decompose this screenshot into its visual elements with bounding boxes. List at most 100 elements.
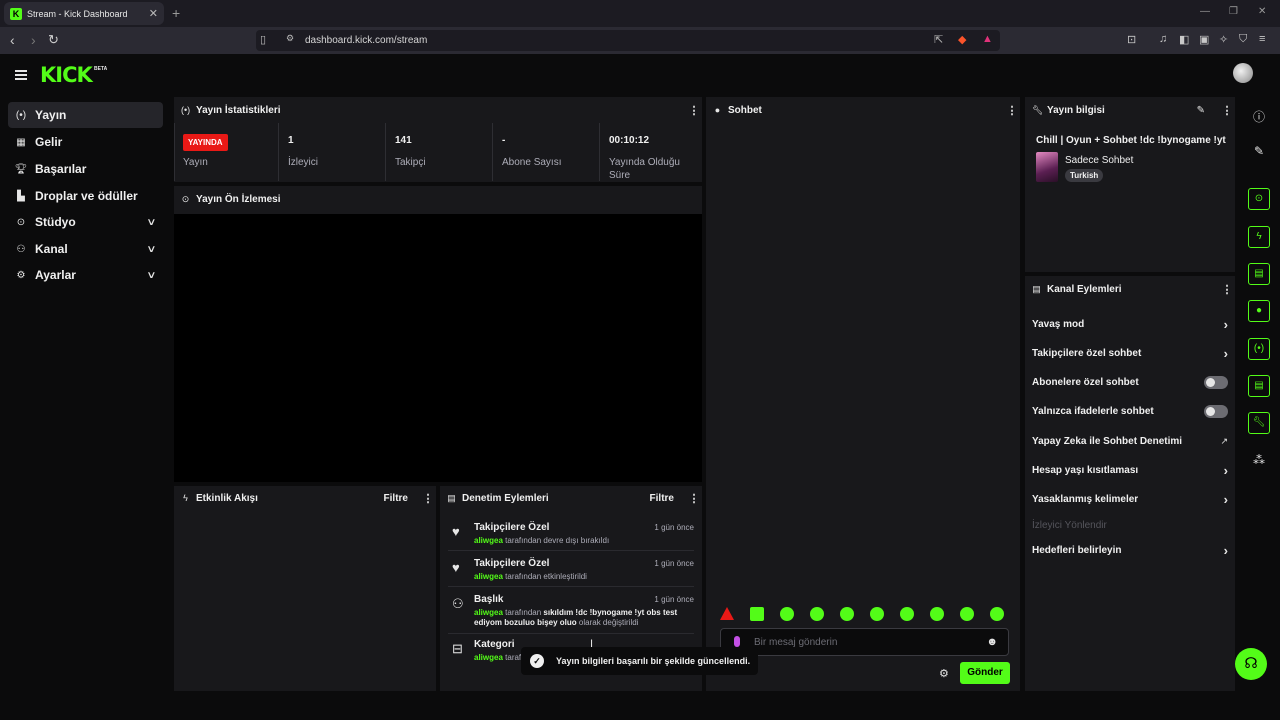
edit-icon[interactable]: ✎ [1251, 144, 1267, 158]
stream-category: Sadece Sohbet [1065, 155, 1134, 166]
edit-icon[interactable]: ✎ [1197, 105, 1205, 116]
sidebar-item-ayarlar[interactable]: ⚙ Ayarlar ∨ [8, 262, 163, 288]
emote-icon[interactable] [960, 607, 974, 621]
emote-icon[interactable] [810, 607, 824, 621]
ai-moderation-row[interactable]: Yapay Zeka ile Sohbet Denetimi ↗ [1032, 431, 1228, 451]
more-options-icon[interactable]: ⋮ [686, 492, 702, 505]
emote-icon[interactable] [750, 607, 764, 621]
mod-item-text: tarafından etkinleştirildi [505, 572, 587, 581]
channel-icon[interactable]: ▤ [1248, 375, 1270, 397]
sidebar-toggle-icon[interactable]: ◧ [1179, 33, 1189, 46]
sidebar-item-droplar[interactable]: ▙ Droplar ve ödüller [8, 183, 163, 209]
emoji-icon[interactable]: ☻ [986, 636, 998, 648]
mod-item-desc: aliwgea tarafından etkinleştirildi [474, 572, 696, 582]
help-chat-icon[interactable]: ☊ [1235, 648, 1267, 680]
send-button[interactable]: Gönder [960, 662, 1010, 684]
chevron-right-icon: › [1223, 345, 1228, 361]
username-link[interactable]: aliwgea [474, 653, 503, 662]
filter-button[interactable]: Filtre [384, 493, 408, 504]
emotes-only-toggle[interactable] [1204, 404, 1228, 418]
sidebar-item-yayin[interactable]: (•) Yayın [8, 102, 163, 128]
followers-only-row[interactable]: Takipçilere özel sohbet › [1032, 343, 1228, 363]
success-toast: ✓ Yayın bilgileri başarılı bir şekilde g… [521, 647, 758, 675]
studio-icon: ⊙ [16, 216, 26, 228]
minimize-icon[interactable]: — [1200, 6, 1210, 17]
reload-icon[interactable]: ↻ [48, 32, 59, 48]
action-label: Yapay Zeka ile Sohbet Denetimi [1032, 435, 1183, 447]
bookmark-icon[interactable]: ▯ [260, 33, 266, 46]
mod-item-time: 1 gün önce [654, 595, 694, 604]
vpn-icon[interactable]: ⛉ [1239, 33, 1247, 46]
stat-label: İzleyici [288, 157, 319, 168]
action-label: İzleyici Yönlendir [1032, 519, 1107, 531]
emote-icon[interactable] [930, 607, 944, 621]
site-info-icon[interactable]: ⚙ [286, 33, 294, 44]
maximize-icon[interactable]: ❐ [1229, 6, 1238, 17]
slow-mode-row[interactable]: Yavaş mod › [1032, 314, 1228, 334]
username-link[interactable]: aliwgea [474, 572, 503, 581]
chat-settings-icon[interactable]: ⚙ [939, 667, 949, 680]
forward-icon[interactable]: › [31, 32, 36, 48]
emote-bar [720, 607, 1010, 623]
emote-icon[interactable] [870, 607, 884, 621]
action-label: Abonelere özel sohbet [1032, 376, 1139, 388]
username-link[interactable]: aliwgea [474, 608, 503, 617]
chat-message-input[interactable]: Bir mesaj gönderin ☻ [720, 628, 1009, 656]
panel-title: Etkinlik Akışı [196, 492, 258, 504]
chevron-down-icon: ∨ [146, 243, 157, 255]
mod-item-desc: aliwgea tarafından devre dışı bırakıldı [474, 536, 696, 546]
username-link[interactable]: aliwgea [474, 536, 503, 545]
address-bar[interactable]: ▯ ⚙ dashboard.kick.com/stream ⇱ ◆ ▲ [256, 30, 1000, 51]
stat-uptime: 00:10:12 Yayında Olduğu Süre [599, 123, 702, 181]
sidebar-item-gelir[interactable]: ▦ Gelir [8, 129, 163, 155]
user-avatar[interactable] [1233, 63, 1253, 83]
wrench-icon[interactable]: 🔧︎ [1248, 412, 1270, 434]
stream-preview-video[interactable] [174, 214, 702, 482]
rewards-icon[interactable]: ▲ [982, 33, 993, 45]
emote-icon[interactable] [900, 607, 914, 621]
add-widget-icon[interactable]: ⁂ [1251, 453, 1267, 467]
brave-shield-icon[interactable]: ◆ [958, 33, 966, 46]
window-close-icon[interactable]: ✕ [1258, 6, 1266, 17]
wallet-icon[interactable]: ▣ [1199, 33, 1209, 46]
hamburger-menu-icon[interactable] [15, 70, 27, 80]
panel-title: Yayın bilgisi [1047, 104, 1105, 116]
emote-icon[interactable] [840, 607, 854, 621]
more-options-icon[interactable]: ⋮ [686, 104, 702, 117]
info-icon[interactable]: ⓘ [1251, 108, 1267, 125]
back-icon[interactable]: ‹ [10, 32, 15, 48]
mod-item-time: 1 gün önce [654, 523, 694, 532]
new-tab-icon[interactable]: + [172, 5, 180, 21]
sidebar-item-basarilar[interactable]: 🏆︎ Başarılar [8, 156, 163, 182]
warning-emote-icon[interactable] [720, 607, 734, 620]
kick-logo[interactable]: KICK [40, 63, 93, 87]
document-icon[interactable]: ▤ [1248, 263, 1270, 285]
more-options-icon[interactable]: ⋮ [420, 492, 436, 505]
more-options-icon[interactable]: ⋮ [1219, 283, 1235, 296]
stat-value: - [502, 135, 506, 146]
preview-toggle-icon[interactable]: ⊙ [1248, 188, 1270, 210]
banned-words-row[interactable]: Yasaklanmış kelimeler › [1032, 489, 1228, 509]
sidebar-item-studyo[interactable]: ⊙ Stüdyo ∨ [8, 209, 163, 235]
stat-label: Abone Sayısı [502, 157, 562, 168]
share-icon[interactable]: ⇱ [934, 33, 943, 46]
chat-icon: ● [714, 105, 721, 115]
account-age-row[interactable]: Hesap yaşı kısıtlaması › [1032, 460, 1228, 480]
more-options-icon[interactable]: ⋮ [1004, 104, 1020, 117]
screenshot-icon[interactable]: ⊡ [1127, 33, 1136, 46]
set-goals-row[interactable]: Hedefleri belirleyin › [1032, 540, 1228, 560]
media-icon[interactable]: ♫ [1159, 33, 1167, 45]
filter-button[interactable]: Filtre [650, 493, 674, 504]
tab-close-icon[interactable]: ✕ [149, 7, 158, 20]
sidebar-item-kanal[interactable]: ⚇ Kanal ∨ [8, 236, 163, 262]
browser-tab[interactable]: K Stream - Kick Dashboard ✕ [4, 2, 164, 25]
broadcast-icon[interactable]: (•) [1248, 338, 1270, 360]
chat-icon[interactable]: ● [1248, 300, 1270, 322]
more-options-icon[interactable]: ⋮ [1219, 104, 1235, 117]
emote-icon[interactable] [990, 607, 1004, 621]
leo-icon[interactable]: ✧ [1219, 33, 1228, 46]
lightning-icon[interactable]: ϟ [1248, 226, 1270, 248]
subscribers-only-toggle[interactable] [1204, 375, 1228, 389]
emote-icon[interactable] [780, 607, 794, 621]
browser-menu-icon[interactable]: ≡ [1259, 33, 1265, 45]
